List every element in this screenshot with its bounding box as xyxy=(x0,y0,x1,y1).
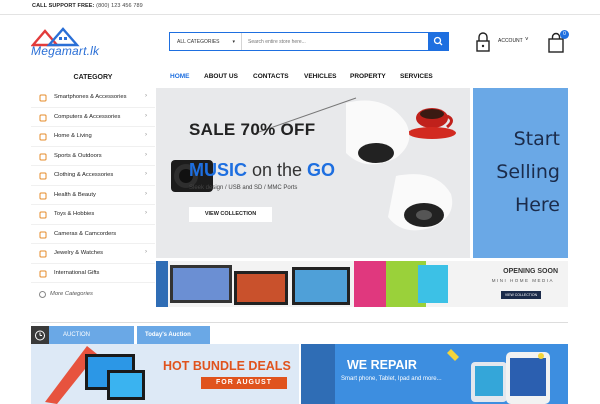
chevron-right-icon: › xyxy=(145,93,147,99)
clock-icon xyxy=(35,330,45,341)
opening-soon-button[interactable]: VIEW COLLECTION xyxy=(501,291,541,299)
clothing-icon xyxy=(39,172,47,180)
view-collection-button[interactable]: VIEW COLLECTION xyxy=(189,207,272,222)
category-list: Smartphones & Accessories › Computers & Ac… xyxy=(31,88,155,306)
sidebar-item-label: Cameras & Camcorders xyxy=(54,230,117,237)
search-input[interactable] xyxy=(243,33,428,50)
plus-circle-icon xyxy=(39,291,46,298)
chevron-right-icon: › xyxy=(145,132,147,138)
sidebar-item-label: Jewelry & Watches xyxy=(54,250,104,256)
chevron-right-icon: › xyxy=(145,151,147,158)
start-line-2: Selling xyxy=(496,161,560,183)
search-icon xyxy=(433,36,443,46)
search-bar: ALL CATEGORIES ▾ xyxy=(169,32,449,51)
health-icon xyxy=(39,192,47,199)
nav-vehicles[interactable]: VEHICLES xyxy=(304,73,337,80)
more-categories-label: More Categories xyxy=(50,291,93,297)
repair-title: WE REPAIR xyxy=(347,358,417,372)
sidebar-item[interactable]: International Gifts xyxy=(31,264,155,283)
sidebar-item[interactable]: Toys & Hobbies › xyxy=(31,205,155,225)
cart-count-badge: 0 xyxy=(560,30,569,39)
sidebar-item-label: Smartphones & Accessories xyxy=(54,94,127,100)
gift-icon xyxy=(39,270,47,277)
start-line-1: Start xyxy=(513,128,560,150)
account-menu[interactable]: ACCOUNT ˅ xyxy=(474,31,534,53)
hero-banner[interactable]: SALE 70% OFF MUSIC on the GO Sleek desig… xyxy=(156,88,470,258)
hero-on-the: on the xyxy=(247,160,308,180)
hero-sale-title: SALE 70% OFF xyxy=(189,120,316,139)
search-button[interactable] xyxy=(428,33,448,50)
sidebar-item-label: Computers & Accessories xyxy=(54,113,121,120)
sidebar-item-label: Toys & Hobbies xyxy=(54,211,95,217)
lock-icon xyxy=(476,32,490,52)
nav-about-us[interactable]: ABOUT US xyxy=(204,73,238,80)
support-text: CALL SUPPORT FREE: (800) 123 456 789 xyxy=(32,3,143,9)
repair-subtitle: Smart phone, Tablet, Ipad and more... xyxy=(341,376,442,382)
chevron-down-icon: ▾ xyxy=(232,39,235,45)
start-selling-banner[interactable]: Start Selling Here xyxy=(473,88,568,258)
top-bar: CALL SUPPORT FREE: (800) 123 456 789 xyxy=(0,0,600,15)
nav-contacts[interactable]: CONTACTS xyxy=(253,73,289,80)
support-phone: (800) 123 456 789 xyxy=(94,3,143,9)
chevron-right-icon: › xyxy=(145,112,147,119)
sports-icon xyxy=(39,153,47,160)
jewelry-icon xyxy=(39,250,47,258)
sidebar-item[interactable]: Sports & Outdoors › xyxy=(31,147,155,166)
sidebar-item[interactable]: Home & Living › xyxy=(31,127,155,147)
support-label: CALL SUPPORT FREE: xyxy=(32,3,95,9)
hero-music-word: MUSIC xyxy=(189,160,247,180)
more-categories-link[interactable]: More Categories xyxy=(31,288,155,302)
smartphone-icon xyxy=(39,94,47,102)
hero-music-title: MUSIC on the GO xyxy=(189,160,335,181)
sidebar-item[interactable]: Computers & Accessories › xyxy=(31,108,155,127)
logo-text[interactable]: Megamart.lk xyxy=(31,44,99,58)
sidebar-item-label: Health & Beauty xyxy=(54,191,96,198)
sidebar-item-label: Sports & Outdoors xyxy=(54,152,102,159)
opening-soon-subtitle: MINI HOME MEDIA xyxy=(491,278,554,283)
hero-subtitle: Sleek design / USB and SD / MMC Ports xyxy=(189,185,298,191)
main-nav: HOME ABOUT US CONTACTS VEHICLES PROPERTY… xyxy=(160,70,560,86)
page: CALL SUPPORT FREE: (800) 123 456 789 Meg… xyxy=(0,0,600,404)
opening-soon-title: OPENING SOON xyxy=(503,268,558,275)
sidebar-item[interactable]: Jewelry & Watches › xyxy=(31,244,155,264)
sidebar-item[interactable]: Cameras & Camcorders xyxy=(31,225,155,244)
account-label: ACCOUNT xyxy=(498,38,523,44)
hero-go-word: GO xyxy=(307,160,336,180)
chevron-right-icon: › xyxy=(145,171,147,177)
deals-badge: FOR AUGUST xyxy=(201,377,287,389)
nav-property[interactable]: PROPERTY xyxy=(350,73,386,80)
search-category-label: ALL CATEGORIES xyxy=(177,39,220,45)
deals-title: HOT BUNDLE DEALS xyxy=(163,359,291,373)
sidebar-item-label: International Gifts xyxy=(54,269,100,276)
category-heading: CATEGORY xyxy=(73,74,113,81)
chevron-right-icon: › xyxy=(145,190,147,197)
auction-bar: AUCTION Today's Auction xyxy=(31,322,568,345)
start-line-3: Here xyxy=(514,194,560,216)
deals-artwork xyxy=(31,344,299,404)
camera-icon xyxy=(39,231,47,238)
toys-icon xyxy=(39,211,47,219)
cart-button[interactable]: 0 xyxy=(546,30,570,53)
search-category-select[interactable]: ALL CATEGORIES ▾ xyxy=(170,33,242,50)
computer-icon xyxy=(39,114,47,121)
chevron-right-icon: › xyxy=(145,249,147,255)
tab-todays-auction[interactable]: Today's Auction xyxy=(137,326,210,345)
home-icon xyxy=(39,133,47,141)
sidebar-item[interactable]: Clothing & Accessories › xyxy=(31,166,155,186)
hot-bundle-deals-banner[interactable]: HOT BUNDLE DEALS FOR AUGUST xyxy=(31,344,299,404)
sidebar-item[interactable]: Health & Beauty › xyxy=(31,186,155,205)
opening-soon-banner[interactable]: OPENING SOON MINI HOME MEDIA VIEW COLLEC… xyxy=(156,261,568,307)
repair-artwork xyxy=(301,344,568,404)
nav-services[interactable]: SERVICES xyxy=(400,73,433,80)
chevron-right-icon: › xyxy=(145,210,147,216)
nav-home[interactable]: HOME xyxy=(170,73,190,80)
clock-tab[interactable] xyxy=(31,326,49,345)
chevron-down-icon: ˅ xyxy=(525,37,529,43)
sidebar-item-label: Home & Living xyxy=(54,133,92,139)
we-repair-banner[interactable]: WE REPAIR Smart phone, Tablet, Ipad and … xyxy=(301,344,568,404)
tab-auction[interactable]: AUCTION xyxy=(49,326,134,345)
sidebar-item-label: Clothing & Accessories xyxy=(54,172,114,178)
sidebar-item[interactable]: Smartphones & Accessories › xyxy=(31,88,155,108)
